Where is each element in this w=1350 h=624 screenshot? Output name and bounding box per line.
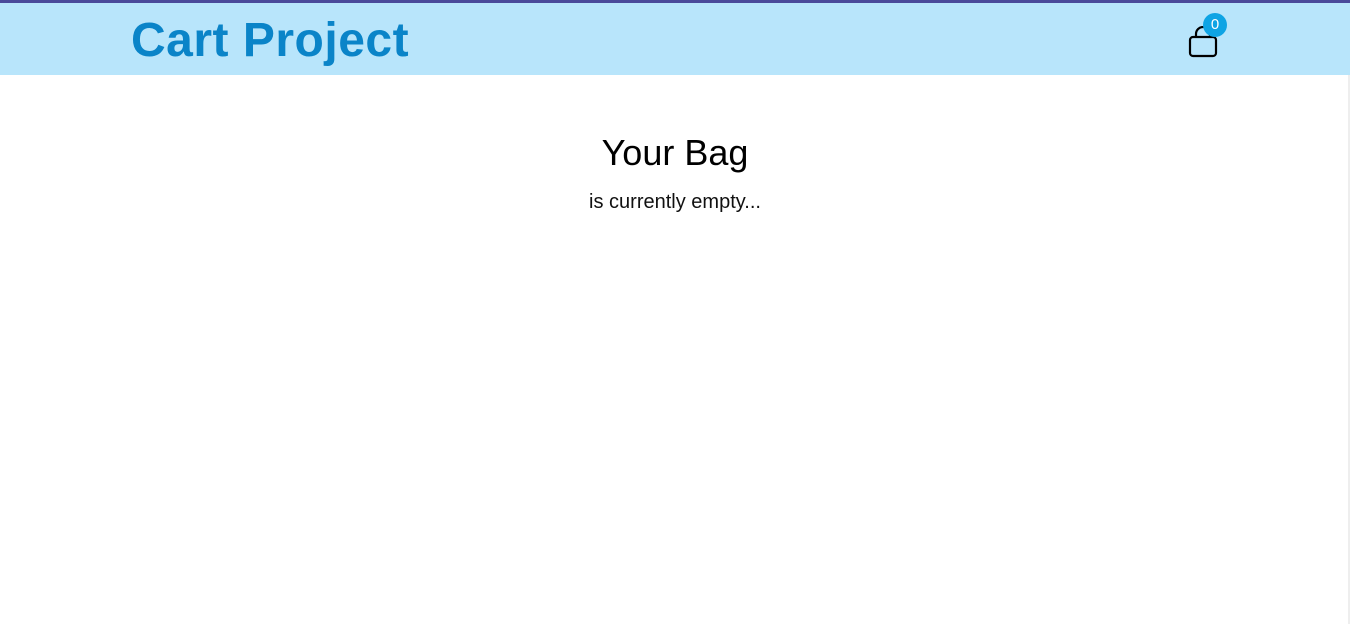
bag-title: Your Bag — [601, 132, 749, 173]
cart-button[interactable]: 0 — [1186, 13, 1230, 61]
cart-count-badge: 0 — [1203, 13, 1227, 37]
bag-section: Your Bag is currently empty... — [0, 128, 1350, 224]
brand-title: Cart Project — [131, 14, 410, 67]
navbar: Cart Project 0 — [0, 3, 1350, 75]
bag-empty-message: is currently empty... — [589, 191, 761, 213]
